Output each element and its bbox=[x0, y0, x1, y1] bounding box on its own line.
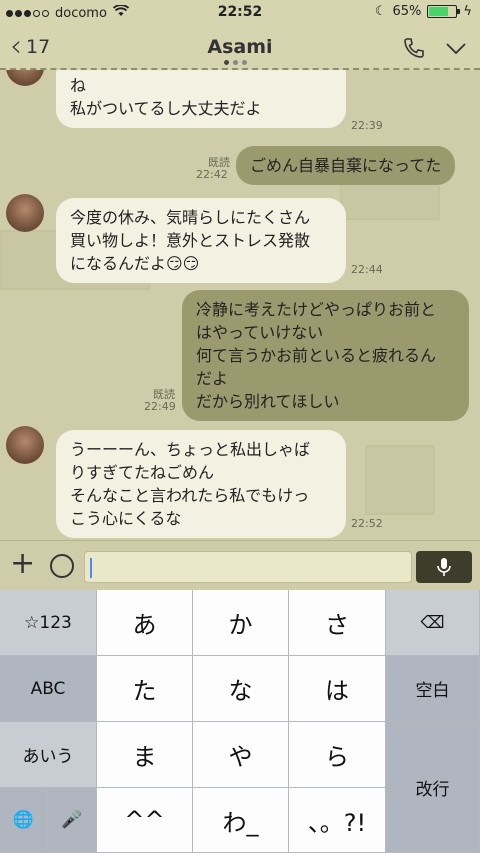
message-line: こう心にくるな bbox=[70, 509, 182, 528]
message-line: ね bbox=[70, 76, 87, 95]
key-ya[interactable]: や bbox=[193, 722, 289, 788]
message-line: 私がついてるし大丈夫だよ bbox=[70, 99, 262, 118]
message-line: はやっていけない bbox=[196, 323, 324, 342]
message-time: 22:49 bbox=[144, 400, 176, 413]
key-sa[interactable]: さ bbox=[289, 590, 386, 656]
key-numbers[interactable]: ☆123 bbox=[0, 590, 97, 656]
backspace-icon[interactable]: ⌫ bbox=[386, 590, 480, 656]
message-line: 冷静に考えたけどやっぱりお前と bbox=[196, 300, 437, 319]
globe-icon[interactable]: 🌐 bbox=[0, 788, 48, 853]
background-pattern bbox=[340, 180, 440, 220]
key-ka[interactable]: か bbox=[193, 590, 289, 656]
key-wa[interactable]: わ_ bbox=[193, 788, 289, 853]
text-cursor bbox=[90, 558, 92, 578]
background-pattern bbox=[365, 445, 435, 515]
key-a[interactable]: あ bbox=[97, 590, 193, 656]
key-emoticon[interactable]: ^^ bbox=[97, 788, 193, 853]
key-ma[interactable]: ま bbox=[97, 722, 193, 788]
message-time: 22:52 bbox=[351, 517, 383, 530]
key-na[interactable]: な bbox=[193, 656, 289, 722]
voice-input-button[interactable] bbox=[416, 551, 472, 583]
battery-percent: 65% bbox=[392, 4, 422, 19]
message-input[interactable] bbox=[84, 551, 412, 583]
battery-icon bbox=[427, 5, 461, 18]
keyboard: ☆123 あ か さ ⌫ ABC た な は 空白 あいう ま や ら 改行 🌐… bbox=[0, 590, 480, 853]
chat-header: ‹ 17 Asami bbox=[0, 26, 480, 70]
message-time: 22:44 bbox=[351, 263, 383, 276]
message-bubble-incoming[interactable]: ね 私がついてるし大丈夫だよ bbox=[56, 70, 346, 128]
key-punctuation[interactable]: 、。?! bbox=[289, 788, 386, 853]
message-bubble-incoming[interactable]: うーーーん、ちょっと私出しゃば りすぎてたねごめん そんなこと言われたら私でもけ… bbox=[56, 430, 346, 538]
key-ta[interactable]: た bbox=[97, 656, 193, 722]
message-line: 買い物しよ！意外とストレス発散 bbox=[70, 231, 311, 250]
message-bubble-outgoing[interactable]: 冷静に考えたけどやっぱりお前と はやっていけない 何て言うかお前といると疲れるん… bbox=[182, 290, 469, 421]
return-key[interactable]: 改行 bbox=[386, 722, 480, 853]
input-bar: + bbox=[0, 540, 480, 590]
message-line: 今度の休み、気晴らしにたくさん bbox=[70, 208, 311, 227]
avatar[interactable] bbox=[6, 70, 44, 86]
message-line: だから別れてほしい bbox=[196, 392, 340, 411]
key-ra[interactable]: ら bbox=[289, 722, 386, 788]
emoji-icon[interactable] bbox=[50, 554, 74, 578]
message-time: 22:39 bbox=[351, 119, 383, 132]
status-bar: docomo 22:52 ☾ 65% ϟ bbox=[0, 0, 480, 26]
message-line: そんなこと言われたら私でもけっ bbox=[70, 486, 310, 505]
message-line: だよ bbox=[196, 369, 229, 388]
page-indicator bbox=[224, 60, 247, 65]
chevron-down-icon[interactable] bbox=[444, 36, 468, 66]
avatar[interactable] bbox=[6, 194, 44, 232]
key-kana[interactable]: あいう bbox=[0, 722, 97, 788]
charging-icon: ϟ bbox=[463, 4, 472, 19]
message-bubble-outgoing[interactable]: ごめん自暴自棄になってた bbox=[236, 146, 456, 185]
avatar[interactable] bbox=[6, 426, 44, 464]
message-line: 何て言うかお前といると疲れるん bbox=[196, 346, 437, 365]
message-line: うーーーん、ちょっと私出しゃば bbox=[70, 440, 311, 459]
message-line: りすぎてたねごめん bbox=[70, 463, 215, 482]
microphone-icon bbox=[437, 558, 451, 576]
microphone-icon[interactable]: 🎤 bbox=[48, 788, 97, 853]
call-icon[interactable] bbox=[402, 36, 426, 66]
message-time: 22:42 bbox=[196, 168, 228, 181]
moon-icon: ☾ bbox=[374, 4, 387, 19]
key-abc[interactable]: ABC bbox=[0, 656, 97, 722]
message-line: になるんだよ😏😏 bbox=[70, 254, 200, 273]
chat-area[interactable]: ね 私がついてるし大丈夫だよ 22:39 既読 22:42 ごめん自暴自棄になっ… bbox=[0, 70, 480, 540]
plus-icon[interactable]: + bbox=[10, 549, 35, 579]
space-key[interactable]: 空白 bbox=[386, 656, 480, 722]
message-bubble-incoming[interactable]: 今度の休み、気晴らしにたくさん 買い物しよ！意外とストレス発散 になるんだよ😏😏 bbox=[56, 198, 346, 283]
key-ha[interactable]: は bbox=[289, 656, 386, 722]
